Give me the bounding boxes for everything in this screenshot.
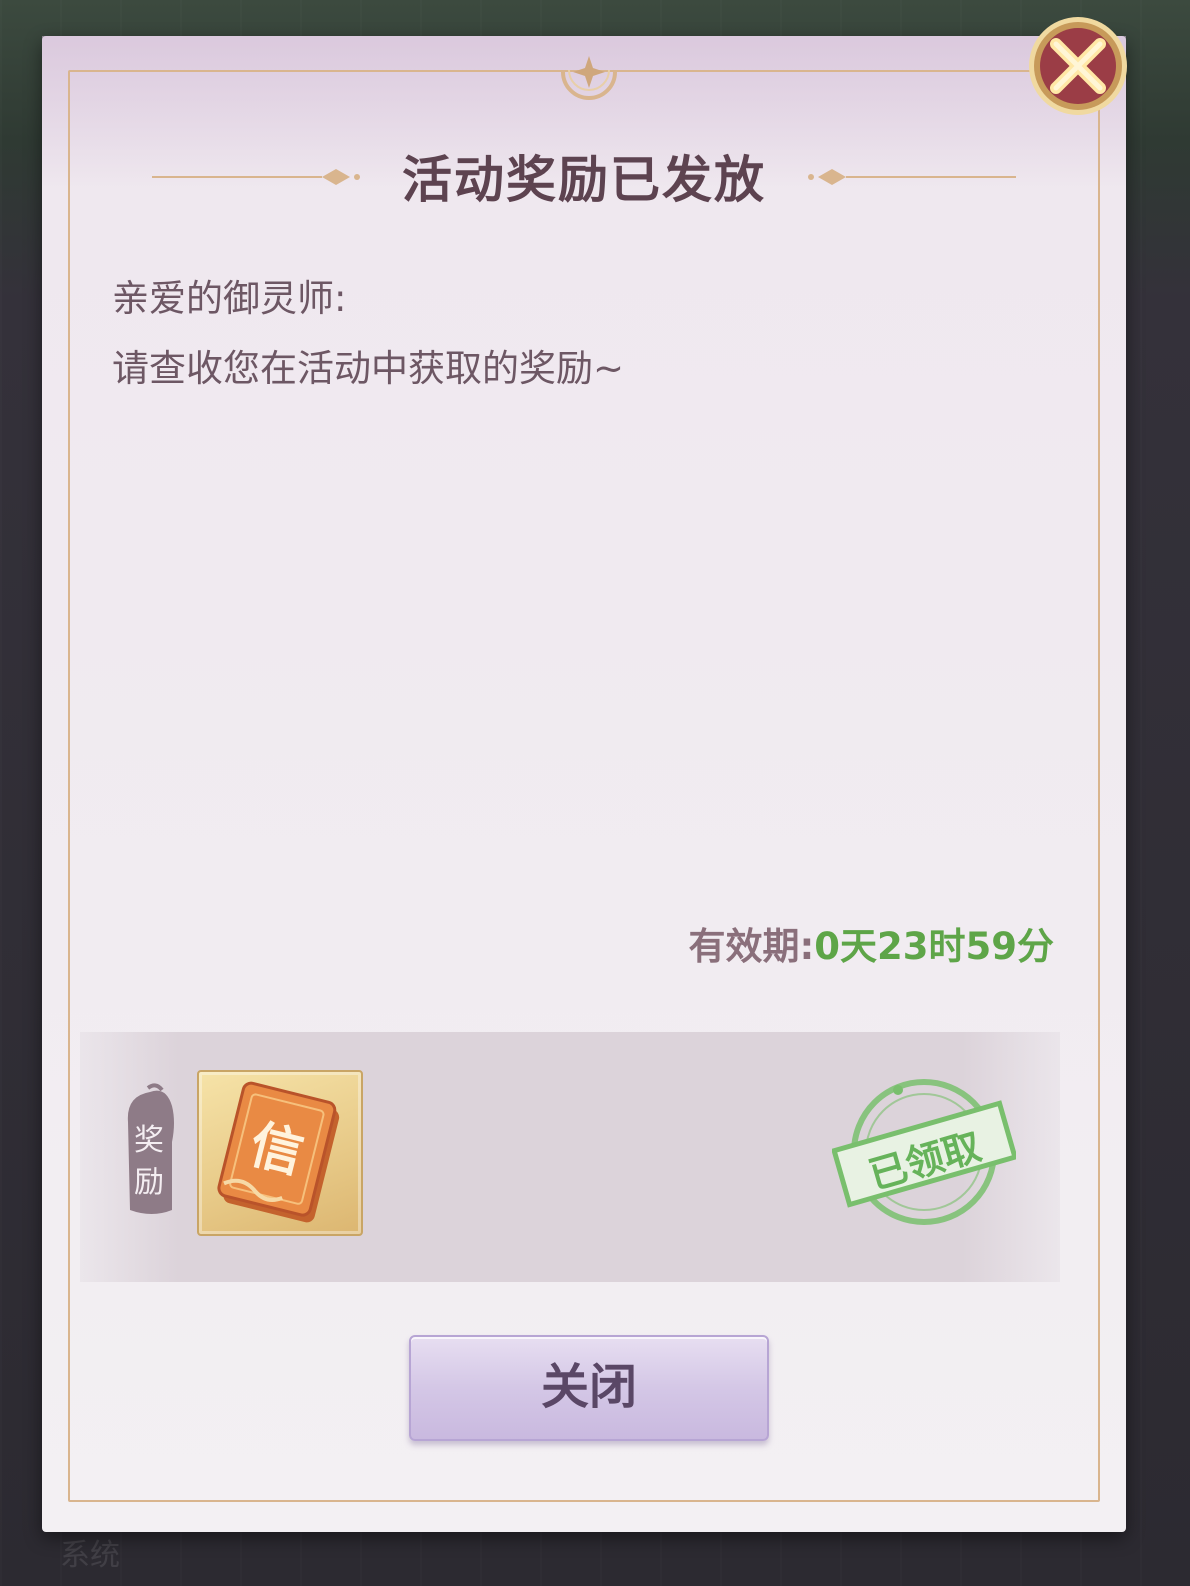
background-tab-label: 系统 bbox=[60, 1538, 120, 1573]
validity-label: 有效期: bbox=[688, 925, 815, 968]
reward-tag: 奖 励 bbox=[122, 1082, 176, 1222]
claimed-stamp: 已领取 bbox=[832, 1072, 1016, 1232]
mail-greeting: 亲爱的御灵师: bbox=[112, 277, 347, 320]
letter-card-icon: 信 bbox=[217, 1081, 340, 1223]
crescent-star-emblem-icon bbox=[561, 56, 617, 100]
reward-item-slot[interactable]: 信 bbox=[197, 1070, 363, 1236]
close-x-icon bbox=[1029, 17, 1127, 115]
validity-value: 0天23时59分 bbox=[814, 925, 1054, 968]
reward-mail-dialog: 活动奖励已发放 亲爱的御灵师: 请查收您在活动中获取的奖励~ 有效期:0天23时… bbox=[42, 36, 1126, 1532]
mail-body: 请查收您在活动中获取的奖励~ bbox=[112, 347, 625, 390]
reward-tag-char-1: 奖 bbox=[134, 1123, 164, 1158]
title-ornament-right-icon bbox=[808, 169, 1016, 185]
close-button[interactable]: 关闭 bbox=[409, 1335, 769, 1441]
reward-tag-char-2: 励 bbox=[134, 1165, 164, 1200]
reward-strip: 奖 励 信 已领取 bbox=[80, 1032, 1060, 1282]
close-x-button[interactable] bbox=[1026, 14, 1130, 118]
validity-period: 有效期:0天23时59分 bbox=[688, 916, 1054, 970]
